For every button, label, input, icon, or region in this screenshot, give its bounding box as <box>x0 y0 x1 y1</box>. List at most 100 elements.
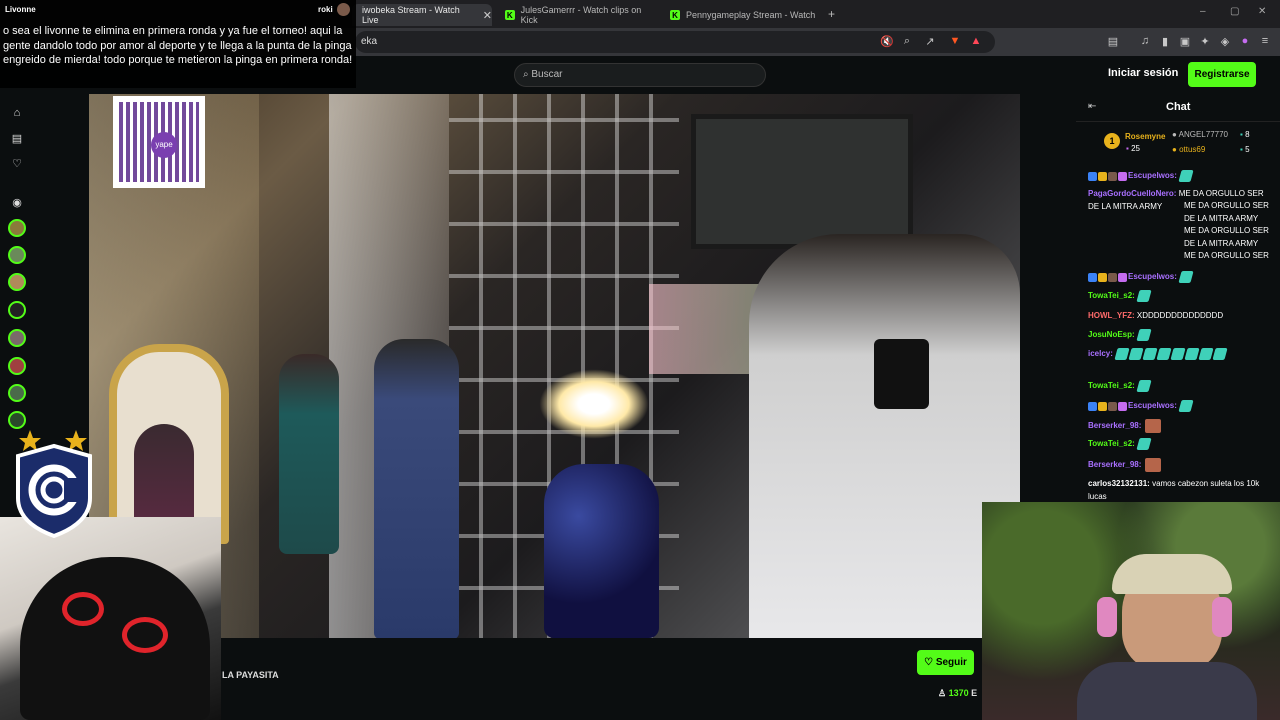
channel-avatar[interactable] <box>8 219 26 237</box>
chat-username[interactable]: Escupelwos: <box>1128 272 1179 281</box>
zoom-icon[interactable]: ⌕ <box>900 35 914 48</box>
search-placeholder: Buscar <box>531 69 563 80</box>
collapse-chat-icon[interactable]: ⇤ <box>1088 101 1096 112</box>
profile-icon[interactable]: ● <box>1238 35 1252 47</box>
channel-avatar[interactable] <box>8 273 26 291</box>
wall-tv-screen <box>691 114 913 249</box>
gifter-name[interactable]: ● ANGEL77770 <box>1172 130 1228 139</box>
following-icon[interactable]: ♡ <box>10 157 24 170</box>
chat-message: JosuNoEsp: <box>1088 329 1268 342</box>
mute-icon[interactable]: 🔇 <box>880 35 894 48</box>
new-tab-button[interactable]: + <box>828 7 835 21</box>
chat-message: HOWL_YFZ: XDDDDDDDDDDDDDD <box>1088 310 1268 323</box>
gift-icon: ▪ <box>1126 144 1129 153</box>
login-button[interactable]: Iniciar sesión <box>1108 67 1178 79</box>
tab-label: JulesGamerrr - Watch clips on Kick <box>520 5 642 25</box>
emote-icon <box>1142 348 1158 360</box>
maximize-icon[interactable]: ▢ <box>1230 6 1239 17</box>
chat-badge-icon <box>1088 401 1097 411</box>
chat-message: ME DA ORGULLO SER DE LA MITRA ARMY ME DA… <box>1184 200 1270 260</box>
person-teal-dress <box>279 354 339 554</box>
channel-avatar[interactable] <box>8 357 26 375</box>
heart-icon: ♡ <box>924 657 934 668</box>
qr-code: yape <box>113 96 205 188</box>
emote-icon <box>1144 458 1161 472</box>
wallet-icon[interactable]: ▣ <box>1178 35 1192 48</box>
tab-label: Pennygameplay Stream - Watch <box>686 10 816 20</box>
chat-message: Berserker_98: <box>1088 458 1268 472</box>
minimize-icon[interactable]: – <box>1200 6 1206 17</box>
top-gifter-name[interactable]: Rosemyne <box>1125 132 1165 141</box>
chat-username[interactable]: Escupelwos: <box>1128 171 1179 180</box>
chat-message: TowaTei_s2: <box>1088 290 1268 303</box>
channel-avatar[interactable] <box>8 301 26 319</box>
chat-message: TowaTei_s2: <box>1088 380 1268 393</box>
glowing-flower-prop <box>539 369 649 439</box>
gifter-icon: ● <box>1172 145 1177 154</box>
extensions-icon[interactable]: ✦ <box>1198 35 1212 48</box>
emote-icon <box>1212 348 1228 360</box>
signup-button[interactable]: Registrarse <box>1188 62 1256 87</box>
tab-julesgamerrr[interactable]: K JulesGamerrr - Watch clips on Kick <box>495 4 655 26</box>
close-window-icon[interactable]: ✕ <box>1258 6 1266 17</box>
channel-avatar[interactable] <box>8 411 26 429</box>
emote-icon <box>1136 438 1152 450</box>
overlay-user: roki <box>318 5 333 14</box>
chat-username[interactable]: Escupelwos: <box>1128 401 1179 410</box>
rewards-icon[interactable]: ▲ <box>969 35 983 47</box>
url-field[interactable]: eka <box>355 31 995 53</box>
chat-username[interactable]: PagaGordoCuelloNero: <box>1088 189 1179 198</box>
browse-icon[interactable]: ▤ <box>10 132 24 145</box>
chat-username[interactable]: HOWL_YFZ: <box>1088 311 1137 320</box>
video-player[interactable] <box>89 94 1020 638</box>
chat-username[interactable]: JosuNoEsp: <box>1088 330 1137 339</box>
emote-icon <box>1178 170 1194 182</box>
chat-username[interactable]: TowaTei_s2: <box>1088 381 1137 390</box>
vpn-icon[interactable]: ◈ <box>1218 35 1232 48</box>
chat-username[interactable]: Berserker_98: <box>1088 460 1144 469</box>
chat-message: TowaTei_s2: <box>1088 438 1268 451</box>
chat-username[interactable]: TowaTei_s2: <box>1088 291 1137 300</box>
chat-badge-icon <box>1088 171 1097 181</box>
reader-icon[interactable]: ▮ <box>1158 35 1172 48</box>
chat-badge-icon <box>1088 272 1097 282</box>
chat-username[interactable]: Berserker_98: <box>1088 421 1144 430</box>
menu-icon[interactable]: ≡ <box>1258 35 1272 47</box>
gifter-icon: ● <box>1172 130 1177 139</box>
chat-badge-icon <box>1098 171 1107 181</box>
chat-badge-icon <box>1108 272 1117 282</box>
cat-webcam <box>0 517 221 720</box>
chat-username[interactable]: carlos32132131: <box>1088 479 1152 488</box>
headphones-right <box>1212 597 1232 637</box>
chat-badge-icon <box>1108 401 1117 411</box>
channel-avatar[interactable] <box>8 246 26 264</box>
home-icon[interactable]: ⌂ <box>10 107 24 119</box>
rank-badge: 1 <box>1104 133 1120 149</box>
close-icon[interactable]: ✕ <box>483 9 492 22</box>
chat-username[interactable]: icelcy: <box>1088 349 1115 358</box>
tab-pennygameplay[interactable]: K Pennygameplay Stream - Watch <box>660 4 820 26</box>
follow-button[interactable]: ♡ Seguir <box>917 650 974 675</box>
share-icon[interactable]: ↗ <box>923 35 937 48</box>
gifter-label: ANGEL77770 <box>1178 130 1228 139</box>
emote-icon <box>1178 400 1194 412</box>
black-cat <box>20 557 210 720</box>
channel-avatar[interactable] <box>8 384 26 402</box>
channel-avatar[interactable] <box>8 329 26 347</box>
media-icon[interactable]: ♫ <box>1138 35 1152 47</box>
chat-badge-icon <box>1118 171 1127 181</box>
chat-username[interactable]: TowaTei_s2: <box>1088 439 1137 448</box>
red-sunglasses-left <box>62 592 104 626</box>
brave-shield-icon[interactable]: ▼ <box>948 35 962 47</box>
stream-title: LA PAYASITA <box>222 670 279 680</box>
sidebar-toggle-icon[interactable]: ▤ <box>1106 35 1120 48</box>
search-icon: ⌕ <box>523 69 529 80</box>
tab-iwobeka[interactable]: iwobeka Stream - Watch Live ✕ <box>352 4 492 26</box>
emote-icon <box>1136 290 1152 302</box>
live-icon[interactable]: ◉ <box>10 196 24 209</box>
gifter-name[interactable]: ● ottus69 <box>1172 145 1205 154</box>
emote-icon <box>1184 348 1200 360</box>
streamer-shoulders <box>1077 662 1257 720</box>
chat-message: Escupelwos: <box>1088 170 1268 183</box>
search-input[interactable]: ⌕ Buscar <box>514 63 766 87</box>
